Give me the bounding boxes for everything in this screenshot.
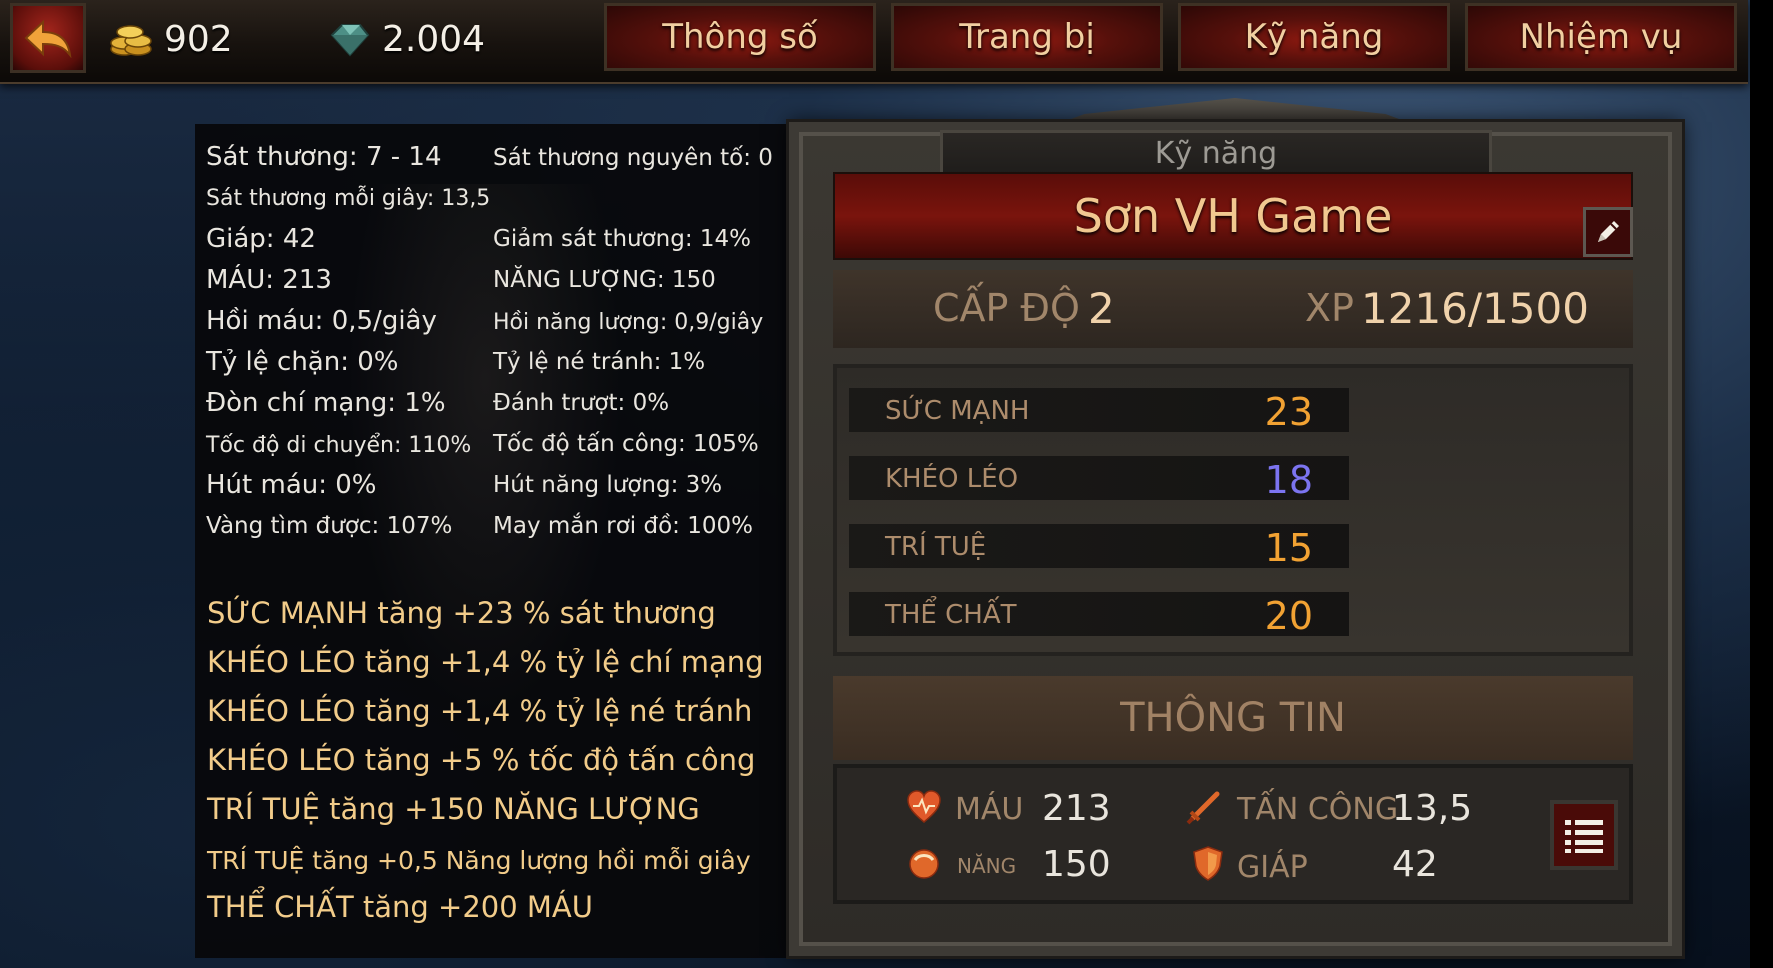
bonus-line: SỨC MẠNH tăng +23 % sát thương <box>207 596 716 630</box>
attack-value: 13,5 <box>1392 788 1473 829</box>
stat-elemental-damage: Sát thương nguyên tố: 0 <box>493 145 773 171</box>
attribute-value: 18 <box>1264 458 1313 502</box>
gold-coins-icon <box>110 25 152 56</box>
attribute-name: KHÉO LÉO <box>885 464 1019 494</box>
stat-energy-regen: Hồi năng lượng: 0,9/giây <box>493 310 764 335</box>
top-bar: 902 2.004 Thông số Trang bị Kỹ năng Nhiệ… <box>0 0 1748 84</box>
tab-equipment[interactable]: Trang bị <box>891 3 1163 71</box>
stat-dps: Sát thương mỗi giây: 13,5 <box>206 186 491 211</box>
stat-magic-find: May mắn rơi đồ: 100% <box>493 513 753 539</box>
energy-orb-icon <box>909 849 939 879</box>
attribute-row-intelligence: TRÍ TUỆ 15 <box>849 524 1349 570</box>
attribute-value: 23 <box>1264 390 1313 434</box>
xp-label: XP <box>1305 286 1354 330</box>
character-name: Sơn VH Game <box>833 172 1633 260</box>
stat-armor: Giáp: 42 <box>206 224 316 254</box>
armor-label: GIÁP <box>1237 850 1308 885</box>
attribute-row-vitality: THỂ CHẤT 20 <box>849 592 1349 638</box>
attribute-value: 20 <box>1264 594 1313 638</box>
health-label: MÁU <box>955 792 1024 827</box>
level-value: 2 <box>1088 284 1115 333</box>
stat-dodge-chance: Tỷ lệ né tránh: 1% <box>493 349 706 375</box>
stat-gold-find: Vàng tìm được: 107% <box>206 513 453 539</box>
attribute-row-strength: SỨC MẠNH 23 <box>849 388 1349 434</box>
attribute-value: 15 <box>1264 526 1313 570</box>
bonus-line: KHÉO LÉO tăng +5 % tốc độ tấn công <box>207 743 756 777</box>
stat-damage-reduction: Giảm sát thương: 14% <box>493 226 752 252</box>
back-arrow-icon <box>24 19 72 58</box>
back-button[interactable] <box>10 3 86 73</box>
gem-icon <box>330 24 370 57</box>
attributes-box: SỨC MẠNH 23 KHÉO LÉO 18 TRÍ TUỆ 15 THỂ C… <box>833 364 1633 656</box>
details-list-button[interactable] <box>1550 800 1618 870</box>
level-label: CẤP ĐỘ <box>933 286 1080 330</box>
info-header: THÔNG TIN <box>833 676 1633 760</box>
energy-label: NĂNG <box>957 854 1017 878</box>
attribute-name: TRÍ TUỆ <box>885 532 987 562</box>
level-row: CẤP ĐỘ 2 XP 1216/1500 <box>833 270 1633 348</box>
attribute-row-dexterity: KHÉO LÉO 18 <box>849 456 1349 502</box>
info-box: MÁU 213 NĂNG 150 TẤN CÔNG 13,5 GIÁP 42 <box>833 764 1633 904</box>
tab-stats[interactable]: Thông số <box>604 3 876 71</box>
screen-edge <box>1750 0 1773 968</box>
panel-title: Kỹ năng <box>940 130 1492 176</box>
stat-move-speed: Tốc độ di chuyển: 110% <box>206 433 472 458</box>
xp-value: 1216/1500 <box>1361 284 1589 333</box>
health-value: 213 <box>1042 788 1111 829</box>
stats-panel: Sát thương: 7 - 14 Sát thương nguyên tố:… <box>195 124 788 958</box>
attack-label: TẤN CÔNG <box>1237 792 1399 827</box>
bonus-line: TRÍ TUỆ tăng +0,5 Năng lượng hồi mỗi giâ… <box>207 846 751 875</box>
bonus-line: KHÉO LÉO tăng +1,4 % tỷ lệ chí mạng <box>207 645 764 679</box>
bonus-line: THỂ CHẤT tăng +200 MÁU <box>207 890 593 924</box>
stat-life-steal: Hút máu: 0% <box>206 470 377 500</box>
gem-value: 2.004 <box>382 18 486 60</box>
armor-value: 42 <box>1392 844 1438 885</box>
bonus-line: TRÍ TUỆ tăng +150 NĂNG LƯỢNG <box>207 792 700 826</box>
gold-counter: 902 <box>108 14 233 64</box>
stat-energy: NĂNG LƯỢNG: 150 <box>493 267 716 293</box>
stat-energy-steal: Hút năng lượng: 3% <box>493 472 723 498</box>
bonus-line: KHÉO LÉO tăng +1,4 % tỷ lệ né tránh <box>207 694 753 728</box>
stat-crit-chance: Đòn chí mạng: 1% <box>206 388 446 418</box>
pencil-icon <box>1598 221 1619 242</box>
stat-health: MÁU: 213 <box>206 265 332 295</box>
energy-value: 150 <box>1042 844 1111 885</box>
heart-icon <box>907 790 941 823</box>
stat-damage: Sát thương: 7 - 14 <box>206 142 442 172</box>
gem-counter: 2.004 <box>326 14 485 64</box>
stat-attack-speed: Tốc độ tấn công: 105% <box>493 431 759 457</box>
stat-glancing-blow: Đánh trượt: 0% <box>493 390 670 416</box>
list-icon <box>1565 820 1603 853</box>
edit-name-button[interactable] <box>1583 207 1633 257</box>
shield-icon <box>1193 846 1223 881</box>
attribute-name: SỨC MẠNH <box>885 396 1030 426</box>
tab-quests[interactable]: Nhiệm vụ <box>1465 3 1737 71</box>
gold-value: 902 <box>164 18 233 60</box>
tab-skills[interactable]: Kỹ năng <box>1178 3 1450 71</box>
stat-block-chance: Tỷ lệ chặn: 0% <box>206 347 399 377</box>
sword-icon <box>1186 791 1220 825</box>
attribute-name: THỂ CHẤT <box>885 600 1017 630</box>
stat-health-regen: Hồi máu: 0,5/giây <box>206 306 437 336</box>
